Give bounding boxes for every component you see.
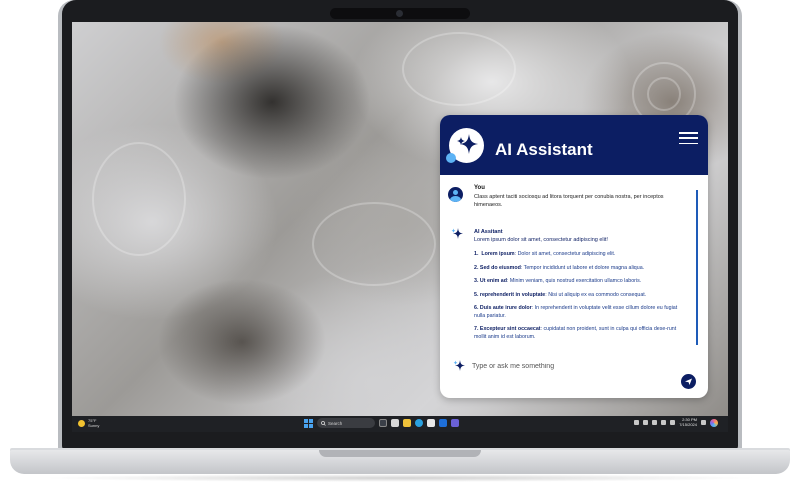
laptop-screen: 75°F Sunny Search 2:30 PM 7/15/2024 AI A… [72,22,728,432]
weather-widget[interactable]: 75°F Sunny [78,418,99,428]
list-item: 5. reprehenderit in voluptate: Nisi ut a… [474,291,647,298]
chat-input[interactable] [472,359,662,373]
sparkle-icon [451,228,463,239]
taskbar: 75°F Sunny Search 2:30 PM 7/15/2024 [72,416,728,432]
teams-icon[interactable] [451,419,459,427]
send-icon [685,378,692,385]
assistant-name: AI Assitant [474,229,503,235]
list-item: 7. Excepteur sint occaecat: cupidatat no… [474,326,677,340]
search-icon [321,420,326,426]
sparkle-icon [453,360,465,371]
assistant-logo-bubble [446,153,456,163]
weather-desc: Sunny [88,423,100,428]
menu-icon[interactable] [679,132,698,144]
sun-icon [78,419,85,427]
laptop-lid-notch [319,450,481,457]
windows-start-icon[interactable] [304,418,313,428]
store-icon[interactable] [427,419,435,427]
send-button[interactable] [681,374,696,389]
taskbar-search[interactable]: Search [317,418,375,428]
list-item: 6. Duis aute irure dolor: In reprehender… [474,305,678,319]
copilot-icon[interactable] [710,418,718,427]
laptop-shadow [40,474,760,482]
volume-icon[interactable] [661,420,667,425]
assistant-intro: Lorem ipsum dolor sit amet, consectetur … [474,237,608,243]
clock[interactable]: 2:30 PM 7/15/2024 [679,417,697,427]
panel-title: AI Assistant [495,140,593,159]
chat-input-bar [448,355,700,395]
chat-area[interactable]: You Class aptent taciti sociosqu ad lito… [440,175,708,353]
edge-browser-icon[interactable] [415,419,423,427]
chevron-up-icon[interactable] [634,420,640,425]
wifi-icon[interactable] [652,420,658,425]
search-label: Search [328,420,343,426]
webcam-bar [330,8,470,19]
mail-icon[interactable] [439,419,447,427]
user-name: You [474,185,485,191]
webcam-icon [396,10,403,17]
panel-header: AI Assistant [440,115,708,175]
task-view-icon[interactable] [379,419,387,427]
clock-date: 7/15/2024 [679,421,697,427]
notification-bell-icon[interactable] [701,420,706,425]
list-item: 3. Ut enim ad: Minim veniam, quis nostru… [474,278,642,284]
user-message-text: Class aptent taciti sociosqu ad litora t… [474,194,664,208]
system-tray: 2:30 PM 7/15/2024 [634,417,718,427]
list-item: 2. Sed do eiusmod: Tempor incididunt ut … [474,264,645,271]
user-avatar-icon [448,187,463,202]
list-item: 1. Lorem ipsum: Dolor sit amet, consecte… [474,251,616,257]
widgets-icon[interactable] [391,419,399,427]
battery-icon[interactable] [670,420,676,425]
chat-scrollbar[interactable] [696,190,698,345]
cloud-icon[interactable] [643,420,649,425]
file-explorer-icon[interactable] [403,419,411,427]
ai-assistant-panel: AI Assistant You Class aptent taciti soc… [440,115,708,398]
taskbar-apps: Search [304,418,459,428]
assistant-list: 1. Lorem ipsum: Dolor sit amet, consecte… [474,251,689,347]
